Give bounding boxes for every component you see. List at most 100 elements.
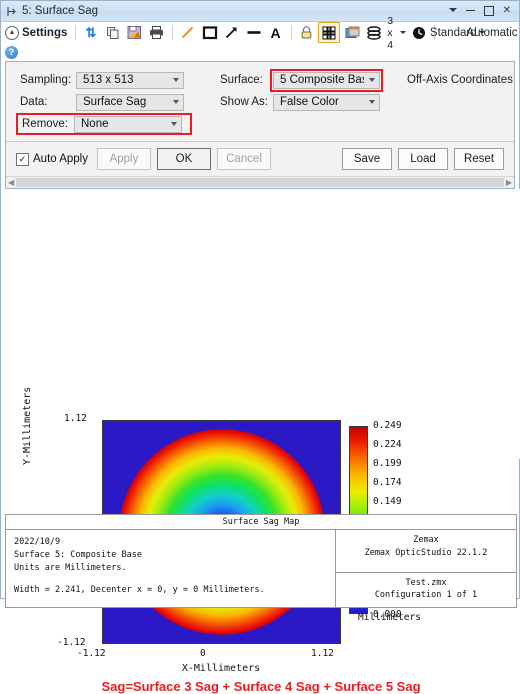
pencil-line-icon[interactable] xyxy=(178,23,198,42)
apply-button[interactable]: Apply xyxy=(97,148,151,170)
footer-configuration: Configuration 1 of 1 xyxy=(338,589,514,602)
reset-button[interactable]: Reset xyxy=(454,148,504,170)
x-axis-label: X-Millimeters xyxy=(1,663,441,674)
automatic-selector[interactable]: Automatic xyxy=(477,23,515,42)
data-combobox[interactable]: Surface Sag xyxy=(76,94,184,111)
window-title: 5: Surface Sag xyxy=(22,5,98,17)
toolbar-separator xyxy=(75,25,76,40)
show-as-combobox[interactable]: False Color xyxy=(273,94,380,111)
y-tick-bottom: -1.12 xyxy=(57,637,86,648)
close-icon[interactable]: ✕ xyxy=(503,6,511,16)
sampling-label: Sampling: xyxy=(20,74,76,86)
settings-row-remove: Remove: None xyxy=(6,113,514,135)
settings-panel: Sampling: 513 x 513 Surface: 5 Composite… xyxy=(5,61,515,189)
x-tick-left: -1.12 xyxy=(77,648,106,659)
footer-body: 2022/10/9 Surface 5: Composite Base Unit… xyxy=(6,530,516,607)
colorbar-units-label: Millimeters xyxy=(358,612,421,623)
horizontal-scrollbar[interactable]: ◀ ▶ xyxy=(6,176,514,188)
chevron-down-icon xyxy=(173,78,179,82)
remove-highlight: Remove: None xyxy=(16,113,192,135)
grid-size-selector[interactable]: 3 x 4 xyxy=(386,23,407,42)
footer-left-column: 2022/10/9 Surface 5: Composite Base Unit… xyxy=(6,530,336,607)
layers-icon[interactable] xyxy=(364,23,384,42)
chevron-down-icon xyxy=(400,31,406,34)
help-icon[interactable]: ? xyxy=(5,46,18,59)
footer-gap xyxy=(14,576,335,584)
sampling-combobox[interactable]: 513 x 513 xyxy=(76,72,184,89)
save-button[interactable]: Save xyxy=(342,148,392,170)
surface-value: 5 Composite Bas xyxy=(280,74,364,86)
show-as-label: Show As: xyxy=(220,96,270,108)
auto-apply-checkbox[interactable]: ✓ xyxy=(16,153,29,166)
footer-product-version: Zemax OpticStudio 22.1.2 xyxy=(338,547,514,560)
footer-file-cell: Test.zmx Configuration 1 of 1 xyxy=(336,573,516,608)
load-button[interactable]: Load xyxy=(398,148,448,170)
print-icon[interactable] xyxy=(147,23,167,42)
surface-combobox[interactable]: 5 Composite Bas xyxy=(273,72,380,89)
copy-icon[interactable] xyxy=(103,23,123,42)
data-value: Surface Sag xyxy=(83,96,146,108)
colorbar-tick: 0.174 xyxy=(373,477,402,496)
collapse-chevron-icon: ▲ xyxy=(5,26,19,40)
colorbar-tick: 0.224 xyxy=(373,439,402,458)
lock-icon[interactable] xyxy=(296,23,316,42)
toolbar-separator-2 xyxy=(172,25,173,40)
auto-apply-label: Auto Apply xyxy=(33,153,88,165)
x-tick-right: 1.12 xyxy=(311,648,334,659)
footer-date: 2022/10/9 xyxy=(14,536,335,549)
settings-row-sampling: Sampling: 513 x 513 Surface: 5 Composite… xyxy=(6,69,514,91)
scroll-left-icon[interactable]: ◀ xyxy=(8,178,14,187)
line-icon[interactable] xyxy=(244,23,264,42)
window-controls: ✕ xyxy=(449,6,516,16)
settings-row-data: Data: Surface Sag Show As: False Color xyxy=(6,91,514,113)
footer-title: Surface Sag Map xyxy=(6,515,516,530)
footer-filename: Test.zmx xyxy=(338,577,514,590)
maximize-icon[interactable] xyxy=(484,6,494,16)
grid-size-label: 3 x 4 xyxy=(387,15,398,51)
window-title-bar: 5: Surface Sag ✕ xyxy=(1,1,519,22)
x-tick-mid: 0 xyxy=(200,648,206,659)
scroll-right-icon[interactable]: ▶ xyxy=(506,178,512,187)
sag-equation-annotation: Sag=Surface 3 Sag + Surface 4 Sag + Surf… xyxy=(1,679,520,694)
toolbar-separator-3 xyxy=(291,25,292,40)
fit-window-icon[interactable] xyxy=(318,22,340,43)
text-annotation-icon[interactable]: A xyxy=(266,23,286,42)
settings-button-row: ✓ Auto Apply Apply OK Cancel Save Load R… xyxy=(6,142,514,176)
off-axis-coordinates-label: Off-Axis Coordinates xyxy=(407,74,513,86)
footer-width-decenter: Width = 2.241, Decenter x = 0, y = 0 Mil… xyxy=(14,584,335,597)
chevron-down-icon[interactable] xyxy=(449,8,457,12)
rectangle-icon[interactable] xyxy=(200,23,220,42)
history-icon[interactable] xyxy=(409,23,429,42)
settings-button[interactable]: ▲ Settings xyxy=(5,26,70,40)
scroll-thumb[interactable] xyxy=(16,178,504,187)
show-as-value: False Color xyxy=(280,96,339,108)
colorbar-tick: 0.149 xyxy=(373,496,402,515)
footer-info-table: Surface Sag Map 2022/10/9 Surface 5: Com… xyxy=(5,514,517,608)
automatic-label: Automatic xyxy=(466,27,517,39)
footer-vendor: Zemax xyxy=(338,534,514,547)
cancel-button[interactable]: Cancel xyxy=(217,148,271,170)
pin-left-icon[interactable] xyxy=(4,4,19,19)
save-image-icon[interactable] xyxy=(125,23,145,42)
main-toolbar: ▲ Settings ⇅ A xyxy=(1,22,519,44)
chevron-down-icon xyxy=(369,78,375,82)
footer-surface: Surface 5: Composite Base xyxy=(14,549,335,562)
chevron-down-icon xyxy=(171,122,177,126)
chevron-down-icon xyxy=(173,100,179,104)
show-as-wrap: False Color xyxy=(270,91,383,114)
ok-button[interactable]: OK xyxy=(157,148,211,170)
sampling-value: 513 x 513 xyxy=(83,74,134,86)
remove-combobox[interactable]: None xyxy=(74,116,182,133)
minimize-icon[interactable] xyxy=(466,10,475,11)
remove-label: Remove: xyxy=(22,118,74,130)
refresh-icon[interactable]: ⇅ xyxy=(81,23,101,42)
footer-units: Units are Millimeters. xyxy=(14,562,335,575)
settings-label: Settings xyxy=(22,27,67,39)
remove-value: None xyxy=(81,118,109,130)
check-icon: ✓ xyxy=(19,155,27,164)
detach-window-icon[interactable] xyxy=(342,23,362,42)
help-row: ? xyxy=(1,44,519,61)
save-load-reset-group: Save Load Reset xyxy=(336,148,504,170)
footer-right-column: Zemax Zemax OpticStudio 22.1.2 Test.zmx … xyxy=(336,530,516,607)
arrow-icon[interactable] xyxy=(222,23,242,42)
